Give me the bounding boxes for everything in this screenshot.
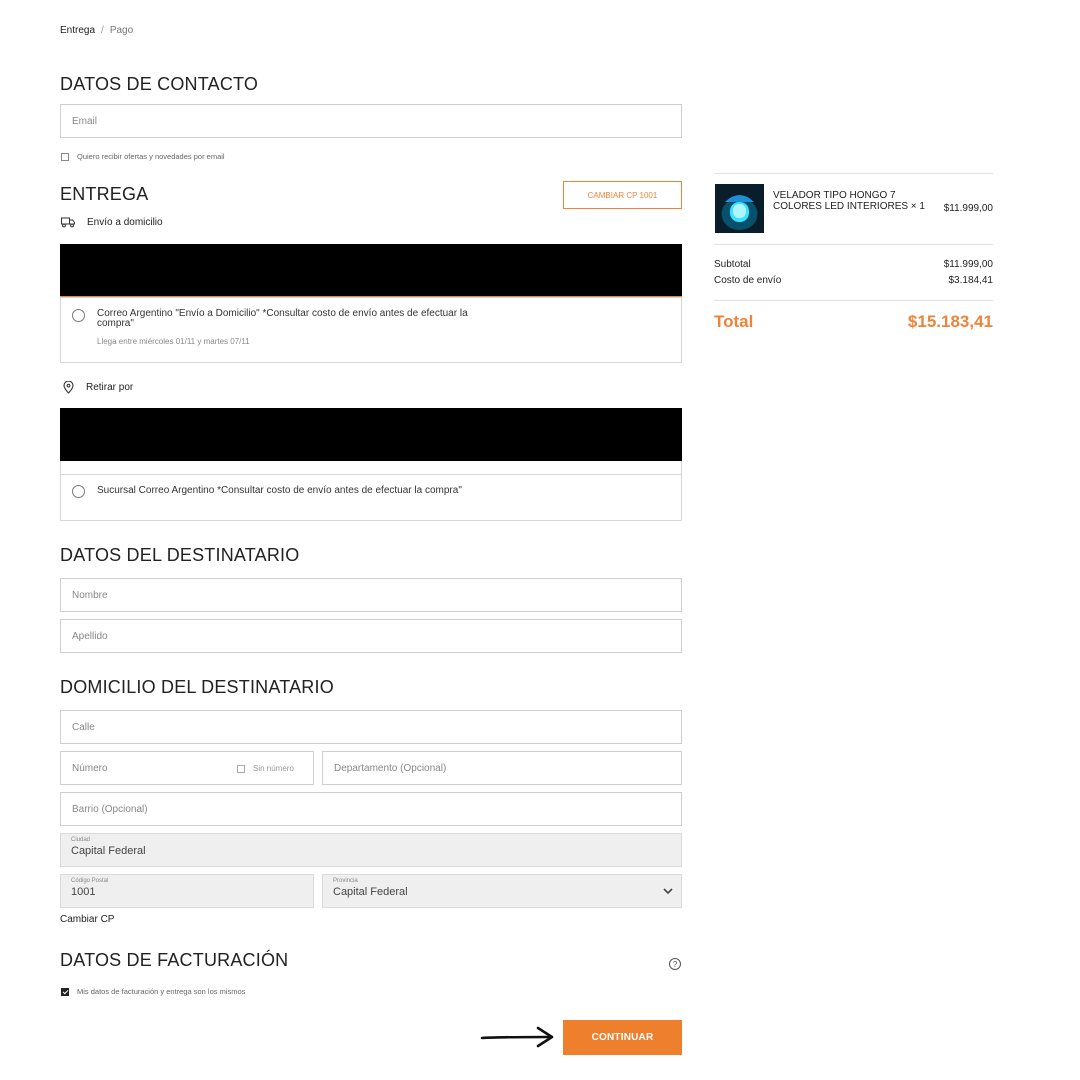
address-title: DOMICILIO DEL DESTINATARIO [60,677,334,697]
pickup-label: Retirar por [86,382,134,393]
street-placeholder: Calle [72,721,95,733]
apartment-placeholder: Departamento (Opcional) [334,762,447,774]
billing-same-option[interactable]: Mis datos de facturación y entrega son l… [61,987,245,996]
billing-title: DATOS DE FACTURACIÓN [60,950,289,970]
no-number-checkbox[interactable] [237,764,245,773]
shipping-value: $3.184,41 [948,275,994,286]
billing-same-label: Mis datos de facturación y entrega son l… [77,987,246,996]
email-field[interactable]: Email [60,104,682,138]
home-delivery-option-title: Correo Argentino "Envío a Domicilio" *Co… [97,308,468,329]
contact-title: DATOS DE CONTACTO [60,74,259,94]
street-field[interactable]: Calle [60,710,682,744]
home-delivery-radio[interactable] [72,309,85,322]
chevron-down-icon [663,888,673,895]
no-number-option[interactable]: Sin número [237,764,294,773]
number-field[interactable]: Número Sin número [60,751,314,785]
neighborhood-placeholder: Barrio (Opcional) [72,803,148,815]
breadcrumb: Entrega / Pago [60,25,133,36]
home-delivery-label: Envío a domicilio [87,217,163,228]
breadcrumb-separator: / [101,25,104,36]
truck-icon [61,217,75,228]
divider [714,173,993,174]
pickup-header: Retirar por [63,381,133,394]
home-delivery-header: Envío a domicilio [61,217,163,228]
pickup-option[interactable]: Sucursal Correo Argentino *Consultar cos… [60,475,682,520]
breadcrumb-current: Entrega [60,25,96,36]
province-select[interactable]: Provincia Capital Federal [322,874,682,908]
first-name-placeholder: Nombre [72,589,108,601]
postal-code-field: Código Postal 1001 [60,874,314,908]
subtotal-value: $11.999,00 [943,259,993,270]
arrow-right-icon [480,1026,554,1048]
first-name-field[interactable]: Nombre [60,578,682,612]
number-placeholder: Número [72,762,108,774]
home-delivery-option[interactable]: Correo Argentino "Envío a Domicilio" *Co… [60,297,682,363]
divider [714,244,993,245]
postal-code-value: 1001 [71,886,96,898]
divider [714,300,993,301]
cart-item-name: VELADOR TIPO HONGO 7 COLORES LED INTERIO… [773,190,925,212]
home-delivery-option-subtitle: Llega entre miércoles 01/11 y martes 07/… [97,337,250,346]
province-value: Capital Federal [333,886,408,898]
mushroom-lamp-icon [715,184,764,233]
city-label: Ciudad [71,837,91,843]
city-value: Capital Federal [71,845,146,857]
newsletter-option[interactable]: Quiero recibir ofertas y novedades por e… [61,152,225,161]
change-cp-link[interactable]: Cambiar CP [60,914,114,925]
newsletter-checkbox[interactable] [61,152,69,161]
cart-item-price: $11.999,00 [943,203,993,214]
redacted-block [60,244,682,296]
newsletter-label: Quiero recibir ofertas y novedades por e… [77,152,225,161]
delivery-title: ENTREGA [60,184,149,204]
last-name-placeholder: Apellido [72,630,108,642]
product-thumbnail [715,184,764,233]
total-value: $15.183,41 [907,312,993,331]
location-pin-icon [63,381,74,394]
postal-code-label: Código Postal [71,878,109,884]
billing-same-checkbox[interactable] [61,987,69,996]
no-number-label: Sin número [253,764,294,773]
last-name-field[interactable]: Apellido [60,619,682,653]
pickup-radio[interactable] [72,485,85,498]
province-label: Provincia [333,878,358,884]
total-label: Total [714,312,754,331]
breadcrumb-next[interactable]: Pago [110,25,133,36]
apartment-field[interactable]: Departamento (Opcional) [322,751,682,785]
recipient-title: DATOS DEL DESTINATARIO [60,545,300,565]
email-placeholder: Email [72,115,98,127]
help-icon[interactable]: ? [669,958,681,970]
change-cp-button[interactable]: CAMBIAR CP 1001 [563,181,682,209]
neighborhood-field[interactable]: Barrio (Opcional) [60,792,682,826]
redacted-block [60,408,682,461]
city-field: Ciudad Capital Federal [60,833,682,867]
pickup-option-title: Sucursal Correo Argentino *Consultar cos… [97,485,462,496]
subtotal-label: Subtotal [714,259,751,270]
continue-button[interactable]: CONTINUAR [563,1020,682,1055]
shipping-label: Costo de envío [714,275,782,286]
